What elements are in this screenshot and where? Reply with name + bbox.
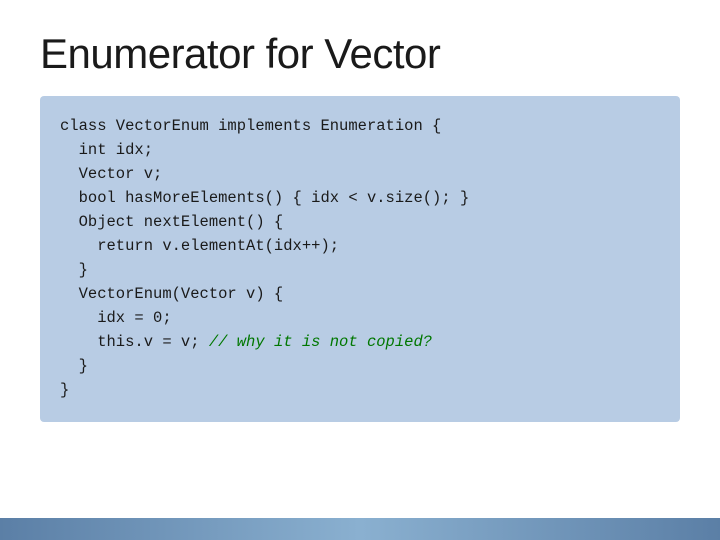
- code-line-1: class VectorEnum implements Enumeration …: [60, 114, 660, 138]
- code-line-3: Vector v;: [60, 162, 660, 186]
- page-title: Enumerator for Vector: [40, 30, 680, 78]
- code-line-10: this.v = v; // why it is not copied?: [60, 330, 660, 354]
- code-line-4: bool hasMoreElements() { idx < v.size();…: [60, 186, 660, 210]
- code-line-12: }: [60, 378, 660, 402]
- code-line-9: idx = 0;: [60, 306, 660, 330]
- bottom-bar: [0, 518, 720, 540]
- code-line-6: return v.elementAt(idx++);: [60, 234, 660, 258]
- code-block: class VectorEnum implements Enumeration …: [40, 96, 680, 422]
- code-line-2: int idx;: [60, 138, 660, 162]
- code-comment: // why it is not copied?: [209, 333, 432, 351]
- code-line-8: VectorEnum(Vector v) {: [60, 282, 660, 306]
- code-line-11: }: [60, 354, 660, 378]
- code-line-7: }: [60, 258, 660, 282]
- slide: Enumerator for Vector class VectorEnum i…: [0, 0, 720, 540]
- code-line-5: Object nextElement() {: [60, 210, 660, 234]
